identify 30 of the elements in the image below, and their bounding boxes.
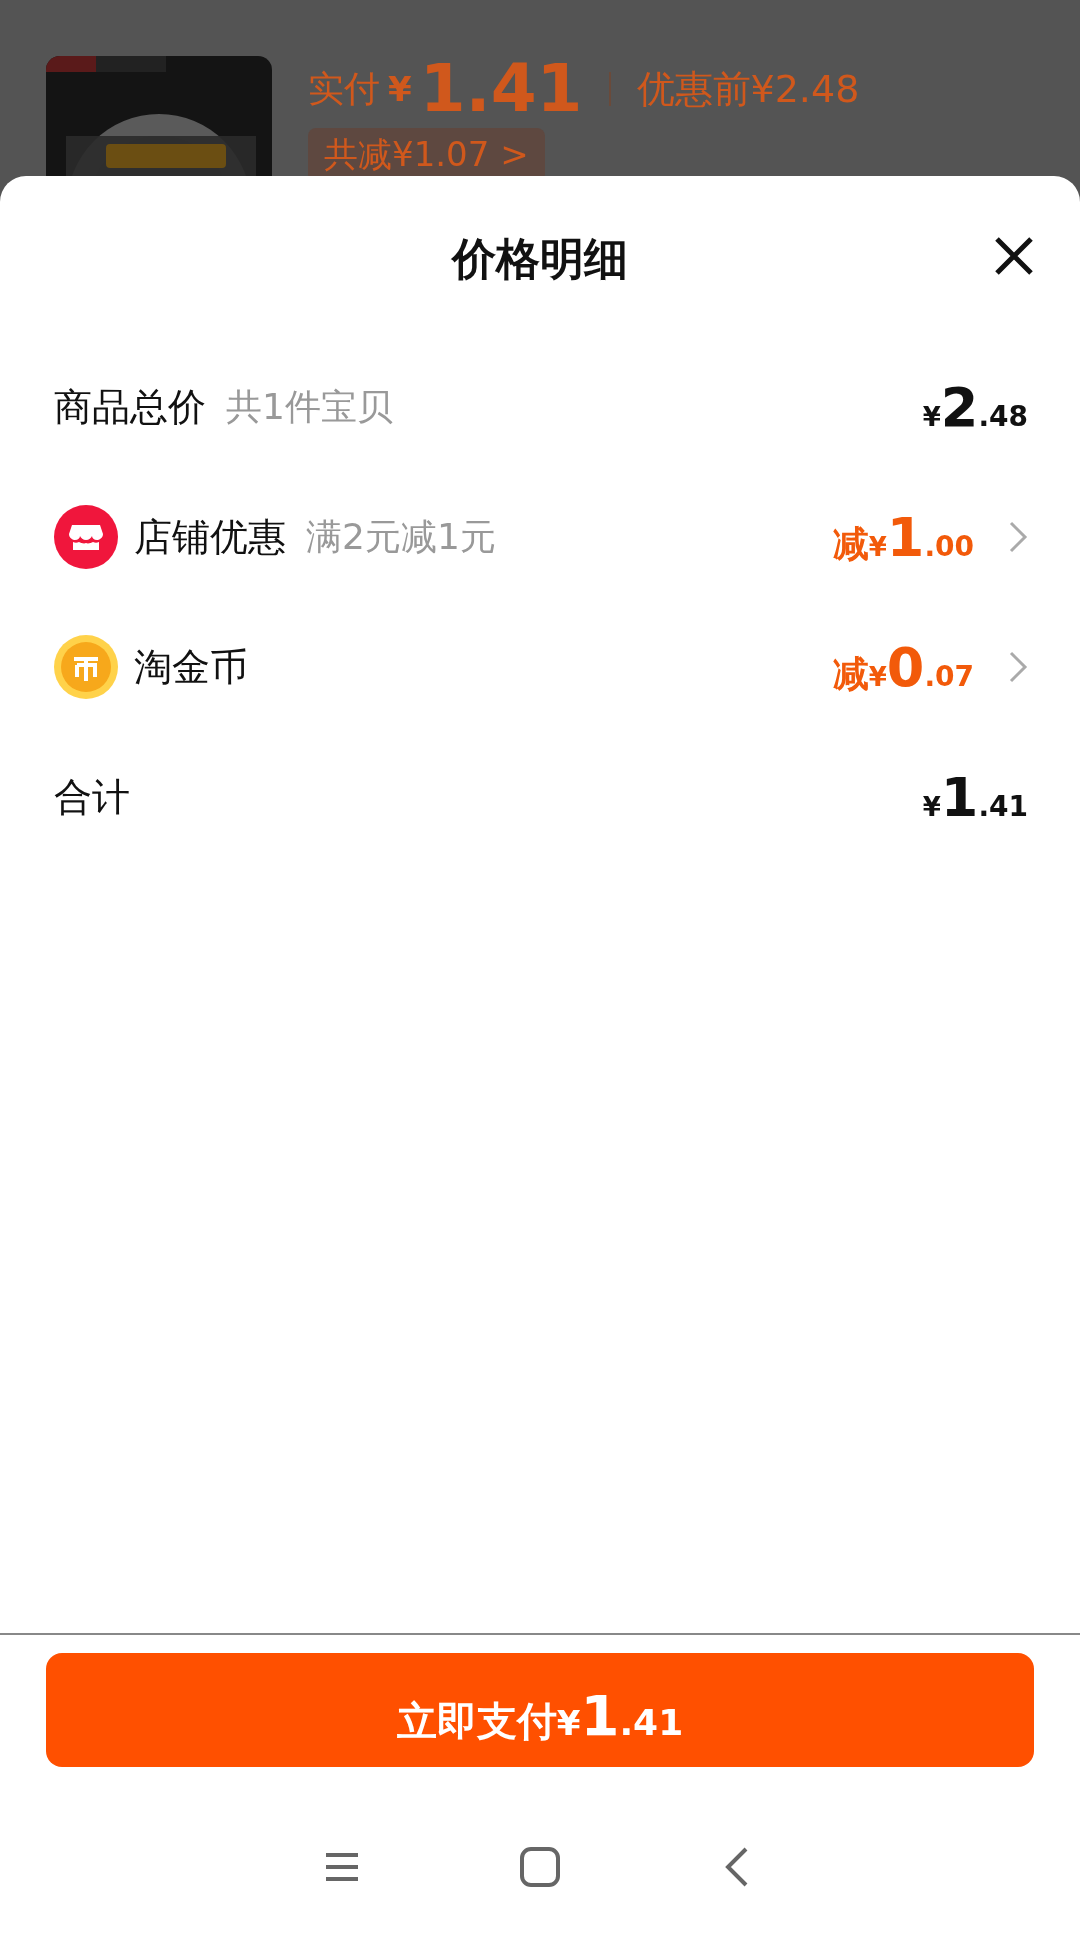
close-icon[interactable]	[994, 236, 1034, 276]
currency-sign: ¥	[922, 791, 941, 822]
minus-label: 减	[832, 651, 869, 696]
paid-amount: 1.41	[419, 56, 583, 122]
original-price: 优惠前¥2.48	[636, 65, 860, 113]
row-note: 共1件宝贝	[226, 384, 393, 429]
row-label: 淘金币	[134, 643, 248, 691]
row-note: 满2元减1元	[306, 514, 496, 559]
shop-icon	[54, 505, 118, 569]
row-label: 商品总价	[54, 383, 206, 431]
pay-button[interactable]: 立即支付¥1.41	[46, 1653, 1034, 1767]
sheet-title: 价格明细	[452, 231, 628, 286]
row-label: 店铺优惠	[134, 513, 286, 561]
coin-icon	[54, 635, 118, 699]
price-decimal: .07	[924, 659, 974, 693]
savings-tag[interactable]: 共减¥1.07 >	[308, 128, 545, 176]
paid-label: 实付	[308, 66, 380, 111]
price-integer: 1	[940, 765, 979, 829]
row-label: 合计	[54, 773, 130, 821]
price-decimal: .41	[978, 789, 1028, 823]
price-decimal: .48	[978, 399, 1028, 433]
currency-sign: ¥	[868, 531, 887, 562]
price-integer: 1	[886, 505, 925, 569]
currency-sign: ¥	[388, 69, 412, 109]
price-integer: 0	[886, 635, 925, 699]
currency-sign: ¥	[868, 661, 887, 692]
minus-label: 减	[832, 521, 869, 566]
price-integer: 2	[940, 375, 979, 439]
price-decimal: .00	[924, 529, 974, 563]
currency-sign: ¥	[922, 401, 941, 432]
